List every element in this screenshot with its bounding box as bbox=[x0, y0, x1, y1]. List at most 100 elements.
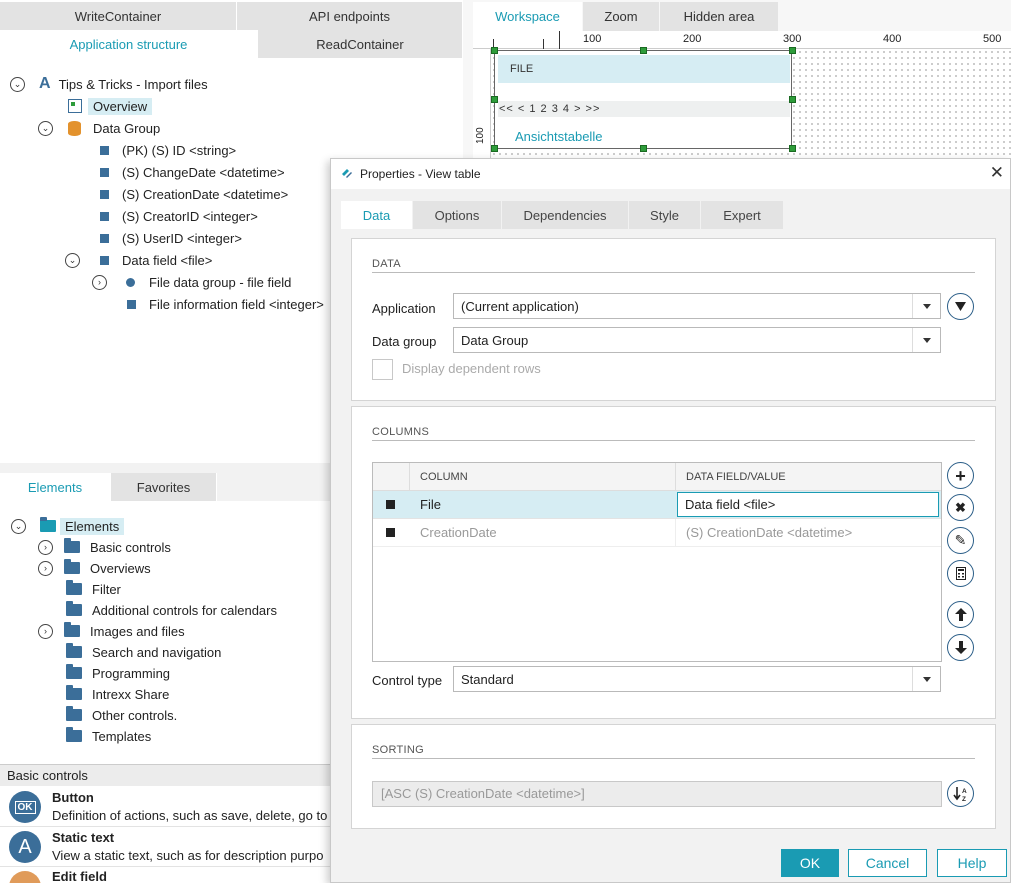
collapse-icon[interactable]: ⌄ bbox=[38, 120, 53, 136]
resize-handle[interactable] bbox=[789, 96, 796, 103]
elements-item[interactable]: Additional controls for calendars bbox=[66, 599, 277, 621]
tab-read-container[interactable]: ReadContainer bbox=[258, 30, 463, 58]
tree-item-file-data-group[interactable]: › File data group - file field bbox=[92, 271, 291, 293]
help-button[interactable]: Help bbox=[937, 849, 1007, 877]
palette-item-edit-field[interactable]: Edit field bbox=[0, 867, 330, 883]
application-select[interactable]: (Current application) bbox=[453, 293, 941, 319]
control-type-label: Control type bbox=[372, 673, 443, 688]
tab-application-structure[interactable]: Application structure bbox=[0, 30, 258, 58]
tree-item-data-group-label: Data Group bbox=[93, 120, 161, 136]
chevron-down-icon[interactable] bbox=[912, 667, 940, 691]
resize-handle[interactable] bbox=[491, 145, 498, 152]
elements-root[interactable]: ⌄ Elements bbox=[11, 515, 125, 537]
elements-item-label: Basic controls bbox=[90, 539, 171, 555]
display-dependent-label: Display dependent rows bbox=[402, 361, 541, 376]
resize-handle[interactable] bbox=[640, 145, 647, 152]
row-field-editor[interactable]: Data field <file> bbox=[677, 492, 939, 517]
collapse-icon[interactable]: ⌄ bbox=[10, 76, 25, 92]
folder-icon bbox=[66, 580, 82, 595]
palette-item-desc: View a static text, such as for descript… bbox=[52, 848, 324, 863]
chevron-down-icon[interactable] bbox=[912, 328, 940, 352]
elements-item[interactable]: Search and navigation bbox=[66, 641, 221, 663]
tree-item-data-group[interactable]: ⌄ Data Group bbox=[38, 117, 160, 139]
tree-item-data-field[interactable]: ⌄ Data field <file> bbox=[65, 249, 212, 271]
table-row[interactable]: File Data field <file> bbox=[373, 491, 941, 519]
tab-elements[interactable]: Elements bbox=[0, 473, 111, 501]
expand-icon[interactable]: › bbox=[38, 623, 53, 639]
elements-item[interactable]: › Basic controls bbox=[38, 536, 171, 558]
sort-button[interactable]: A Z bbox=[947, 780, 974, 807]
tab-workspace[interactable]: Workspace bbox=[473, 2, 582, 31]
close-icon[interactable]: ✕ bbox=[990, 163, 1004, 183]
resize-handle[interactable] bbox=[491, 47, 498, 54]
elements-item-label: Intrexx Share bbox=[92, 686, 170, 702]
calculator-button[interactable] bbox=[947, 560, 974, 587]
tree-field-item[interactable]: (S) UserID <integer> bbox=[100, 227, 242, 249]
data-group-select[interactable]: Data Group bbox=[453, 327, 941, 353]
section-title: DATA bbox=[372, 258, 401, 270]
expand-icon[interactable]: › bbox=[38, 560, 53, 576]
move-up-button[interactable] bbox=[947, 601, 974, 628]
tree-item-overview[interactable]: Overview bbox=[68, 95, 153, 117]
table-pager[interactable]: << < 1 2 3 4 > >> bbox=[498, 101, 790, 117]
tab-write-container[interactable]: WriteContainer bbox=[0, 2, 237, 30]
elements-item[interactable]: Intrexx Share bbox=[66, 683, 169, 705]
elements-item[interactable]: › Images and files bbox=[38, 620, 185, 642]
app-icon: A bbox=[39, 75, 51, 92]
elements-item[interactable]: Programming bbox=[66, 662, 170, 684]
column-header-file: FILE bbox=[498, 55, 790, 83]
elements-item[interactable]: › Overviews bbox=[38, 557, 151, 579]
elements-item-label: Additional controls for calendars bbox=[92, 602, 277, 618]
table-row[interactable]: CreationDate (S) CreationDate <datetime> bbox=[373, 519, 941, 547]
elements-item[interactable]: Filter bbox=[66, 578, 121, 600]
collapse-icon[interactable]: ⌄ bbox=[11, 518, 26, 534]
tab-options[interactable]: Options bbox=[413, 201, 501, 229]
field-label: (S) CreatorID <integer> bbox=[122, 208, 258, 224]
palette-item-desc: Definition of actions, such as save, del… bbox=[52, 808, 328, 823]
palette-item-static-text[interactable]: A Static text View a static text, such a… bbox=[0, 827, 330, 867]
display-dependent-checkbox[interactable] bbox=[372, 359, 393, 380]
palette-item-button[interactable]: OK Button Definition of actions, such as… bbox=[0, 787, 330, 827]
resize-handle[interactable] bbox=[789, 47, 796, 54]
sorting-field[interactable]: [ASC (S) CreationDate <datetime>] bbox=[372, 781, 942, 807]
filter-button[interactable] bbox=[947, 293, 974, 320]
view-table-element[interactable]: FILE << < 1 2 3 4 > >> Ansichtstabelle bbox=[494, 50, 792, 149]
data-group-select-value: Data Group bbox=[461, 332, 529, 348]
tab-expert[interactable]: Expert bbox=[701, 201, 783, 229]
expand-icon[interactable]: › bbox=[92, 274, 107, 290]
folder-icon bbox=[40, 517, 56, 532]
folder-icon bbox=[66, 664, 82, 679]
tab-style[interactable]: Style bbox=[629, 201, 700, 229]
add-column-button[interactable]: + bbox=[947, 462, 974, 489]
ok-button[interactable]: OK bbox=[781, 849, 839, 877]
chevron-down-icon[interactable] bbox=[912, 294, 940, 318]
tab-dependencies[interactable]: Dependencies bbox=[502, 201, 628, 229]
tree-field-item[interactable]: (S) ChangeDate <datetime> bbox=[100, 161, 285, 183]
svg-text:A: A bbox=[962, 788, 967, 795]
tree-field-item[interactable]: (PK) (S) ID <string> bbox=[100, 139, 236, 161]
edit-column-button[interactable]: ✎ bbox=[947, 527, 974, 554]
resize-handle[interactable] bbox=[789, 145, 796, 152]
move-down-button[interactable] bbox=[947, 634, 974, 661]
elements-item[interactable]: Other controls. bbox=[66, 704, 177, 726]
tree-field-item[interactable]: (S) CreatorID <integer> bbox=[100, 205, 258, 227]
elements-item[interactable]: Templates bbox=[66, 725, 151, 747]
resize-handle[interactable] bbox=[491, 96, 498, 103]
expand-icon[interactable]: › bbox=[38, 539, 53, 555]
tab-api-endpoints[interactable]: API endpoints bbox=[237, 2, 463, 30]
remove-column-button[interactable]: ✖ bbox=[947, 494, 974, 521]
properties-dialog: Properties - View table ✕ Data Options D… bbox=[330, 158, 1011, 883]
cancel-button[interactable]: Cancel bbox=[848, 849, 927, 877]
field-icon bbox=[127, 299, 136, 309]
tree-root[interactable]: ⌄ A Tips & Tricks - Import files bbox=[10, 73, 208, 95]
resize-handle[interactable] bbox=[640, 47, 647, 54]
ok-icon: OK bbox=[9, 791, 41, 823]
control-type-select[interactable]: Standard bbox=[453, 666, 941, 692]
tree-item-file-info[interactable]: File information field <integer> bbox=[127, 293, 324, 315]
tab-favorites[interactable]: Favorites bbox=[111, 473, 217, 501]
collapse-icon[interactable]: ⌄ bbox=[65, 252, 80, 268]
tab-hidden-area[interactable]: Hidden area bbox=[660, 2, 778, 31]
tab-data[interactable]: Data bbox=[341, 201, 412, 229]
tree-field-item[interactable]: (S) CreationDate <datetime> bbox=[100, 183, 288, 205]
tab-zoom[interactable]: Zoom bbox=[583, 2, 659, 31]
